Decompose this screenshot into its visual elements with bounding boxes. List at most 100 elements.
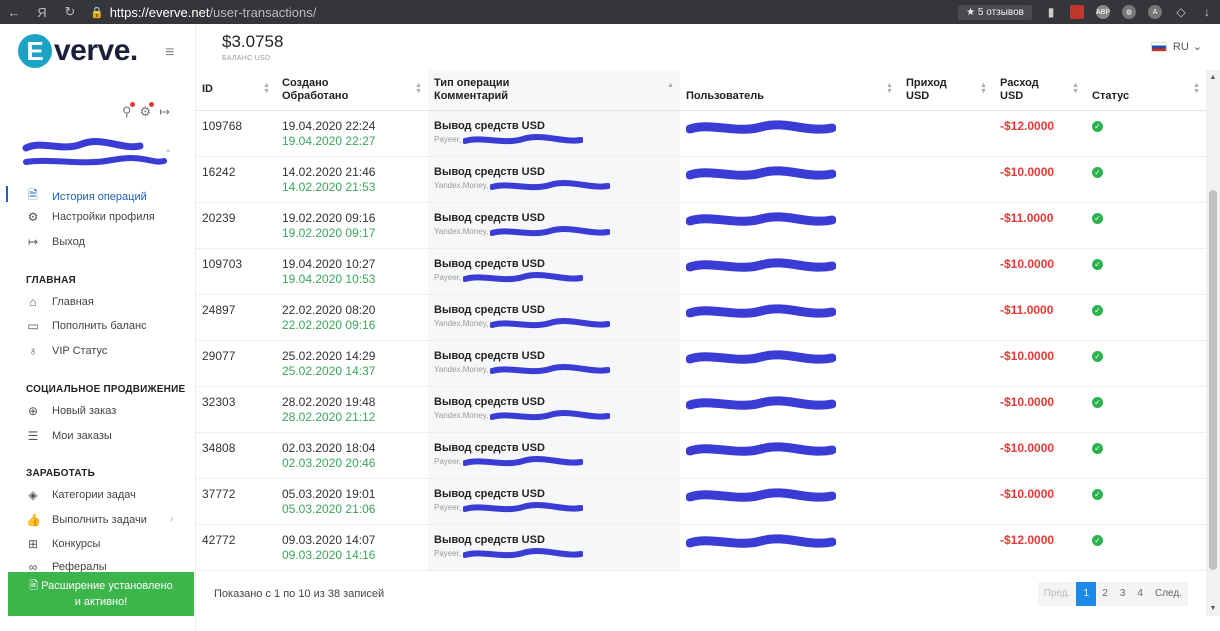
column-status-sort[interactable]: ▲ ▼ <box>1152 70 1206 111</box>
scroll-down-icon[interactable]: ▼ <box>1206 605 1220 612</box>
page-button-4[interactable]: 4 <box>1131 582 1149 606</box>
created-date: 22.02.2020 08:20 <box>282 302 376 317</box>
sort-icon[interactable]: ▲ ▼ <box>415 82 422 95</box>
download-icon[interactable]: ↓ <box>1200 5 1214 19</box>
column-outcome[interactable]: Расход USD ▲ ▼ <box>974 70 1066 111</box>
redacted-user <box>685 441 837 456</box>
bookmark-icon[interactable]: ▮ <box>1044 5 1058 19</box>
column-type[interactable]: Тип операции Комментарий ▲ <box>428 70 680 111</box>
adblock-icon[interactable]: ABP <box>1096 5 1110 19</box>
column-income[interactable]: Приход USD ▲ ▼ <box>880 70 974 111</box>
url-host: https://everve.net <box>109 4 210 20</box>
redacted-user <box>685 349 837 364</box>
table-row[interactable]: 32303 28.02.2020 19:48 28.02.2020 21:12 Выв… <box>196 386 1206 433</box>
redacted-user <box>685 119 837 134</box>
redacted-wallet <box>463 133 584 144</box>
menu-icon[interactable]: ≡ <box>165 44 174 62</box>
cell-type: Вывод средств USD Yandex.Money, <box>428 294 680 341</box>
back-icon[interactable]: ← <box>0 5 28 20</box>
extension-a-icon[interactable]: A <box>1148 5 1162 19</box>
cell-outcome: -$11.0000 <box>974 202 1066 249</box>
sidebar-item-home[interactable]: ⌂ Главная <box>26 295 94 309</box>
page-button-1[interactable]: 1 <box>1076 582 1097 606</box>
cell-user <box>680 110 880 157</box>
table-row[interactable]: 109768 19.04.2020 22:24 19.04.2020 22:27 Вы… <box>196 110 1206 157</box>
operation-comment: Payeer, <box>434 455 674 469</box>
cell-type: Вывод средств USD Payeer, <box>428 248 680 295</box>
scroll-thumb[interactable] <box>1209 190 1217 570</box>
sidebar-item-profile-settings[interactable]: ⚙ Настройки профиля <box>26 210 155 224</box>
logo[interactable]: E verve. <box>18 34 138 68</box>
reviews-badge[interactable]: ★ 5 отзывов <box>958 4 1032 20</box>
yandex-icon[interactable]: Я <box>28 5 56 20</box>
cell-outcome: -$10.0000 <box>974 386 1066 433</box>
cell-type: Вывод средств USD Yandex.Money, <box>428 202 680 249</box>
sidebar-item-contests[interactable]: ⊞ Конкурсы <box>26 537 100 551</box>
cell-dates: 19.02.2020 09:16 19.02.2020 09:17 <box>276 202 428 249</box>
globe-icon[interactable]: ◍ <box>1122 5 1136 19</box>
language-code: RU <box>1172 40 1189 53</box>
processed-date: 19.04.2020 10:53 <box>282 271 376 286</box>
sort-icon[interactable]: ▲ ▼ <box>1193 82 1200 95</box>
gift-notify-icon[interactable]: ⚙ <box>140 102 154 120</box>
cell-dates: 25.02.2020 14:29 25.02.2020 14:37 <box>276 340 428 387</box>
sort-icon[interactable]: ▲ ▼ <box>1072 82 1079 95</box>
sort-icon[interactable]: ▲ ▼ <box>886 82 893 95</box>
processed-date: 05.03.2020 21:06 <box>282 501 376 516</box>
check-circle-icon: ✓ <box>1092 120 1103 132</box>
table-row[interactable]: 29077 25.02.2020 14:29 25.02.2020 14:37 Выв… <box>196 340 1206 387</box>
sidebar-item-logout[interactable]: ↦ Выход <box>26 235 85 249</box>
sidebar-item-do-tasks[interactable]: 👍 Выполнить задачи <box>26 513 147 527</box>
operation-type: Вывод средств USD <box>434 211 545 224</box>
sidebar-item-new-order[interactable]: ⊕ Новый заказ <box>26 404 116 418</box>
sidebar-quick-icons: ⚲ ⚙ ↦ <box>122 102 170 120</box>
cell-user <box>680 248 880 295</box>
page-button-2[interactable]: 2 <box>1096 582 1114 606</box>
language-selector[interactable]: RU ⌄ <box>1150 40 1202 53</box>
redacted-wallet <box>490 225 611 236</box>
page-scrollbar[interactable]: ▲ ▼ <box>1206 70 1220 616</box>
extension-installed-banner[interactable]: 🖹 Расширение установлено и активно! <box>8 572 194 616</box>
sidebar-item-topup[interactable]: ▭ Пополнить баланс <box>26 319 146 333</box>
cell-outcome: -$10.0000 <box>974 340 1066 387</box>
created-date: 25.02.2020 14:29 <box>282 348 376 363</box>
scroll-up-icon[interactable]: ▲ <box>1206 74 1220 81</box>
operation-comment: Yandex.Money, <box>434 225 674 239</box>
table-row[interactable]: 42772 09.03.2020 14:07 09.03.2020 14:16 Выв… <box>196 524 1206 571</box>
page-button-3[interactable]: 3 <box>1114 582 1132 606</box>
sort-asc-icon[interactable]: ▲ <box>667 82 674 89</box>
reload-icon[interactable]: ↻ <box>56 4 84 20</box>
redacted-wallet <box>463 271 584 282</box>
sidebar-item-history[interactable]: 🗎 История операций <box>26 186 147 207</box>
extension-puzzle-icon[interactable]: ◇ <box>1174 5 1188 19</box>
column-created[interactable]: Создано Обработано ▲ ▼ <box>276 70 428 111</box>
redacted-user <box>685 257 837 272</box>
table-row[interactable]: 20239 19.02.2020 09:16 19.02.2020 09:17 Выв… <box>196 202 1206 249</box>
table-row[interactable]: 109703 19.04.2020 10:27 19.04.2020 10:53 Вы… <box>196 248 1206 295</box>
table-row[interactable]: 34808 02.03.2020 18:04 02.03.2020 20:46 Выв… <box>196 432 1206 479</box>
user-menu-chevron-icon[interactable]: ⌄ <box>164 144 172 155</box>
sidebar-item-vip[interactable]: ♁ VIP Статус <box>26 344 108 358</box>
table-row[interactable]: 16242 14.02.2020 21:46 14.02.2020 21:53 Выв… <box>196 156 1206 203</box>
table-row[interactable]: 37772 05.03.2020 19:01 05.03.2020 21:06 Выв… <box>196 478 1206 525</box>
created-date: 19.04.2020 22:24 <box>282 118 376 133</box>
sidebar-item-my-orders[interactable]: ☰ Мои заказы <box>26 429 112 443</box>
address-bar[interactable]: 🔒 https://everve.net/user-transactions/ <box>90 5 316 20</box>
operation-comment: Yandex.Money, <box>434 363 674 377</box>
cell-type: Вывод средств USD Payeer, <box>428 110 680 157</box>
cell-empty <box>1152 386 1206 433</box>
next-page-button[interactable]: След. <box>1149 582 1188 606</box>
sort-icon[interactable]: ▲ ▼ <box>263 82 270 95</box>
table-row[interactable]: 24897 22.02.2020 08:20 22.02.2020 09:16 Выв… <box>196 294 1206 341</box>
prev-page-button[interactable]: Пред. <box>1038 582 1077 606</box>
sidebar-item-task-categories[interactable]: ◈ Категории задач <box>26 488 135 502</box>
column-id[interactable]: ID ▲ ▼ <box>196 70 276 111</box>
exit-icon[interactable]: ↦ <box>159 104 170 120</box>
created-date: 05.03.2020 19:01 <box>282 486 376 501</box>
notification-icon[interactable]: ⚲ <box>122 102 134 120</box>
chevron-right-icon: › <box>170 514 174 525</box>
column-status[interactable]: Статус ▲ ▼ <box>1066 70 1152 111</box>
cell-status: ✓ <box>1066 248 1152 295</box>
extension-red-icon[interactable] <box>1070 5 1084 19</box>
sort-icon[interactable]: ▲ ▼ <box>980 82 987 95</box>
